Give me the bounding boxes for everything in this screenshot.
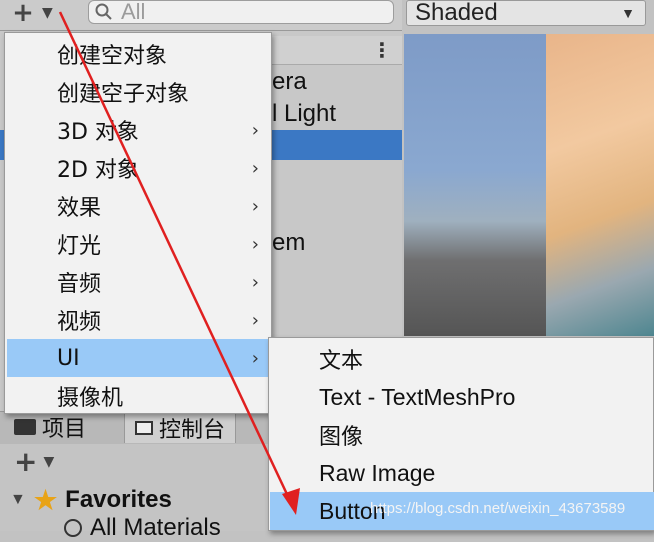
annotation-arrow [58,11,300,515]
arrow-line [58,11,295,508]
